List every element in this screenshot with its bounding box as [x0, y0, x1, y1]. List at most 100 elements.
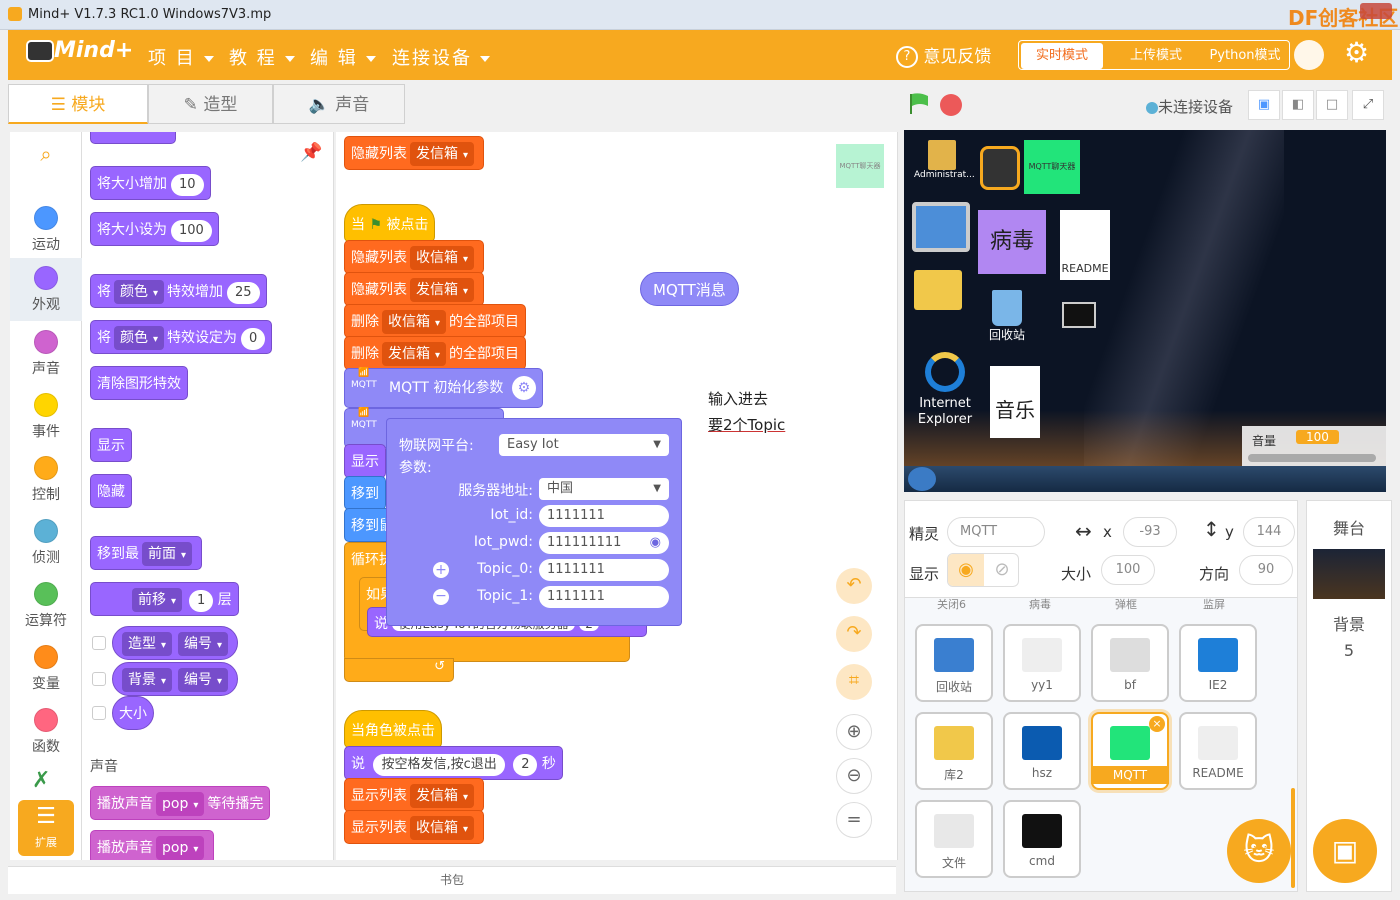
block-clear-effects[interactable]: 清除图形特效	[90, 366, 188, 400]
block-set-effect[interactable]: 将颜色特效设定为0	[90, 320, 273, 354]
platform-select[interactable]: Easy Iot ▼	[499, 434, 669, 456]
close-button[interactable]	[1360, 3, 1392, 19]
block-hide-list-recv[interactable]: 隐藏列表 收信箱	[344, 240, 485, 274]
block-hide-list-send-2[interactable]: 隐藏列表 发信箱	[344, 272, 485, 306]
topic1-input[interactable]: 1111111	[539, 586, 669, 608]
fullscreen-button[interactable]: ⤢	[1352, 90, 1384, 120]
menu-tutorial[interactable]: 教 程	[229, 44, 295, 70]
sprite-tile[interactable]: README	[1179, 712, 1257, 790]
topic0-input[interactable]: 1111111	[539, 559, 669, 581]
block-play-sound-until-done[interactable]: 播放声音pop等待播完	[90, 786, 271, 820]
block-mqtt-init[interactable]: 📶 MQTT MQTT 初始化参数 ⚙	[344, 368, 543, 408]
block-backdrop-number[interactable]: 背景编号	[112, 662, 239, 696]
checkbox-costume[interactable]	[92, 636, 106, 650]
sprite-list-scrollbar[interactable]	[1291, 788, 1295, 888]
block-hide[interactable]: 隐藏	[90, 474, 132, 508]
minimize-button[interactable]	[1318, 3, 1342, 19]
add-sprite-button[interactable]: 🐱	[1227, 819, 1291, 883]
extension-button[interactable]: ☰ 扩展	[18, 800, 74, 856]
block-go-forward[interactable]: 前移1 层	[90, 582, 239, 616]
sprite-tile[interactable]: yy1	[1003, 624, 1081, 702]
settings-icon[interactable]: ⚙	[511, 376, 536, 400]
python-mode-button[interactable]: Python模式	[1201, 43, 1289, 69]
direction-input[interactable]: 90	[1239, 555, 1293, 585]
menu-connect-device[interactable]: 连接设备	[392, 44, 490, 70]
hat-when-flag-clicked[interactable]: 当 ⚑ 被点击	[344, 204, 436, 242]
zoom-reset-button[interactable]: =	[836, 802, 872, 838]
crop-button[interactable]: ⌗	[836, 664, 872, 700]
size-input[interactable]: 100	[1101, 555, 1155, 585]
tab-sounds[interactable]: 🔈 声音	[273, 84, 405, 124]
menu-edit[interactable]: 编 辑	[310, 44, 376, 70]
sprite-tile[interactable]: cmd	[1003, 800, 1081, 878]
undo-button[interactable]: ↶	[836, 568, 872, 604]
hidden-eye-icon[interactable]: ⊘	[984, 554, 1018, 586]
checkbox-size[interactable]	[92, 706, 106, 720]
category-looks[interactable]: 外观	[10, 258, 82, 321]
category-events[interactable]: 事件	[10, 385, 82, 448]
block-go-to-front[interactable]: 移到最 前面	[90, 536, 203, 570]
block-play-sound[interactable]: 播放声音 pop	[90, 830, 215, 860]
block-show-list-recv[interactable]: 显示列表 收信箱	[344, 810, 485, 844]
block-costume-number[interactable]: 造型编号	[112, 626, 239, 660]
stage-canvas[interactable]: Administrat... MQTT聊天器 病毒 README 回收站 Int…	[904, 130, 1386, 492]
wrench-icon[interactable]: ✗	[32, 768, 50, 793]
add-backdrop-button[interactable]: ▣	[1313, 819, 1377, 883]
small-stage-button[interactable]: ▣	[1248, 90, 1280, 120]
category-functions[interactable]: 函数	[10, 700, 82, 763]
block-hide-list-send-1[interactable]: 隐藏列表 发信箱	[344, 136, 485, 170]
tab-blocks[interactable]: ☰ 模块	[8, 84, 148, 124]
sprite-tile[interactable]: bf	[1091, 624, 1169, 702]
menu-project[interactable]: 项 目	[148, 44, 214, 70]
backpack-bar[interactable]: 书包	[8, 866, 896, 894]
block-show[interactable]: 显示	[90, 428, 132, 462]
block-say-for-secs[interactable]: 说 按空格发信,按c退出 2 秒	[344, 746, 563, 780]
upload-mode-button[interactable]: 上传模式	[1111, 43, 1201, 69]
normal-stage-button[interactable]: ◧	[1282, 90, 1314, 120]
sprite-tile[interactable]: IE2	[1179, 624, 1257, 702]
category-variables[interactable]: 变量	[10, 637, 82, 700]
block-change-effect[interactable]: 将颜色特效增加25	[90, 274, 267, 308]
block-show-list-send[interactable]: 显示列表 发信箱	[344, 778, 485, 812]
server-select[interactable]: 中国 ▼	[539, 478, 669, 500]
volume-slider[interactable]	[1248, 454, 1376, 462]
checkbox-backdrop[interactable]	[92, 672, 106, 686]
zoom-in-button[interactable]: ⊕	[836, 714, 872, 750]
eye-icon[interactable]: ◉	[650, 532, 661, 554]
sprite-tile[interactable]: hsz	[1003, 712, 1081, 790]
sprite-tile-selected[interactable]: MQTT ×	[1091, 712, 1169, 790]
block-delete-recv[interactable]: 删除收信箱的全部项目	[344, 304, 527, 338]
x-input[interactable]: -93	[1123, 517, 1177, 547]
sprite-name-input[interactable]: MQTT	[947, 517, 1045, 547]
zoom-out-button[interactable]: ⊖	[836, 758, 872, 794]
iot-pwd-input[interactable]: 111111111 ◉	[539, 532, 669, 554]
category-control[interactable]: 控制	[10, 448, 82, 511]
category-sound[interactable]: 声音	[10, 322, 82, 385]
block-delete-send[interactable]: 删除发信箱的全部项目	[344, 336, 527, 370]
hat-when-sprite-clicked[interactable]: 当角色被点击	[344, 710, 442, 748]
stage-selector-panel[interactable]: 舞台 背景 5 ▣	[1306, 500, 1392, 892]
stop-icon[interactable]	[940, 94, 962, 116]
user-avatar[interactable]	[1294, 40, 1324, 70]
comment-note[interactable]: 输入进去 要2个Topic	[708, 386, 785, 438]
category-sensing[interactable]: 侦测	[10, 511, 82, 574]
category-operators[interactable]: 运算符	[10, 574, 82, 637]
iot-id-input[interactable]: 1111111	[539, 505, 669, 527]
tab-costumes[interactable]: ✎ 造型	[148, 84, 273, 124]
block-set-size[interactable]: 将大小设为 100	[90, 212, 219, 246]
sprite-tile[interactable]: 文件	[915, 800, 993, 878]
redo-button[interactable]: ↷	[836, 616, 872, 652]
connection-status[interactable]: 未连接设备	[1146, 96, 1233, 117]
reporter-mqtt-message[interactable]: MQTT消息	[640, 272, 739, 306]
block-show-sprite[interactable]: 显示	[344, 444, 386, 478]
search-category[interactable]: ⌕	[10, 142, 82, 182]
delete-sprite-icon[interactable]: ×	[1149, 716, 1165, 732]
feedback-button[interactable]: ? 意见反馈	[896, 42, 991, 68]
pin-icon[interactable]: 📌	[300, 142, 322, 163]
block-move-1[interactable]: 移到	[344, 476, 386, 510]
y-input[interactable]: 144	[1243, 517, 1295, 547]
palette-block-top[interactable]	[90, 132, 176, 144]
realtime-mode-button[interactable]: 实时模式	[1021, 43, 1103, 69]
sprite-tile[interactable]: 库2	[915, 712, 993, 790]
category-motion[interactable]: 运动	[10, 198, 82, 261]
